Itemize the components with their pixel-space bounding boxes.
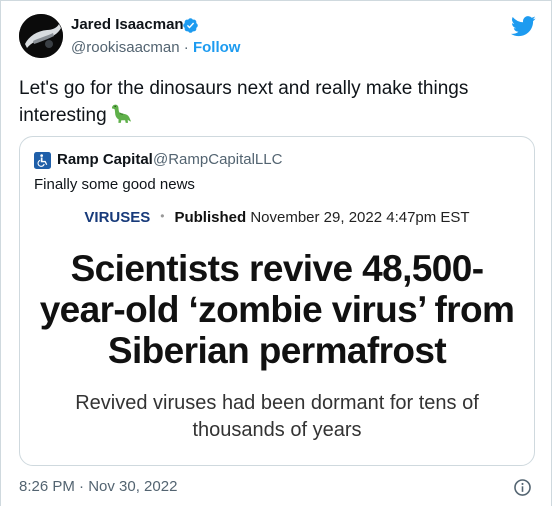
tweet-card: Jared Isaacman @rookisaacman · Follow Le…	[0, 0, 552, 506]
article-headline: Scientists revive 48,500-year-old ‘zombi…	[39, 248, 515, 371]
quoted-tweet[interactable]: Ramp Capital @RampCapitalLLC Finally som…	[19, 136, 535, 466]
accessibility-icon	[34, 152, 51, 169]
article-meta: VIRUSES • Published November 29, 2022 4:47…	[20, 209, 534, 226]
article-subhead: Revived viruses had been dormant for ten…	[75, 392, 479, 441]
sauropod-emoji-icon	[111, 104, 131, 123]
tweet-timestamp[interactable]: 8:26 PM · Nov 30, 2022	[19, 478, 177, 495]
tweet-text: Let's go for the dinosaurs next and real…	[19, 76, 529, 128]
author-handle[interactable]: @rookisaacman	[71, 39, 180, 56]
published-date: November 29, 2022 4:47pm EST	[250, 209, 470, 226]
article-category: VIRUSES	[84, 209, 151, 226]
avatar[interactable]	[19, 14, 63, 58]
tweet-body: Let's go for the dinosaurs next and real…	[19, 78, 469, 126]
verified-badge-icon	[183, 18, 198, 33]
published-label: Published	[174, 209, 247, 226]
quoted-tweet-text: Finally some good news	[34, 176, 195, 193]
follow-button[interactable]: Follow	[193, 39, 241, 56]
separator-dot: ·	[183, 39, 189, 56]
author-handle-row: @rookisaacman · Follow	[71, 39, 240, 56]
author-name[interactable]: Jared Isaacman	[71, 16, 184, 33]
quoted-author-handle[interactable]: @RampCapitalLLC	[153, 151, 282, 168]
info-icon[interactable]	[513, 478, 532, 497]
article-image[interactable]: VIRUSES • Published November 29, 2022 4:47…	[20, 209, 534, 444]
quoted-author-name[interactable]: Ramp Capital	[57, 151, 153, 168]
twitter-bird-icon[interactable]	[511, 16, 536, 37]
meta-dot: •	[160, 209, 165, 223]
